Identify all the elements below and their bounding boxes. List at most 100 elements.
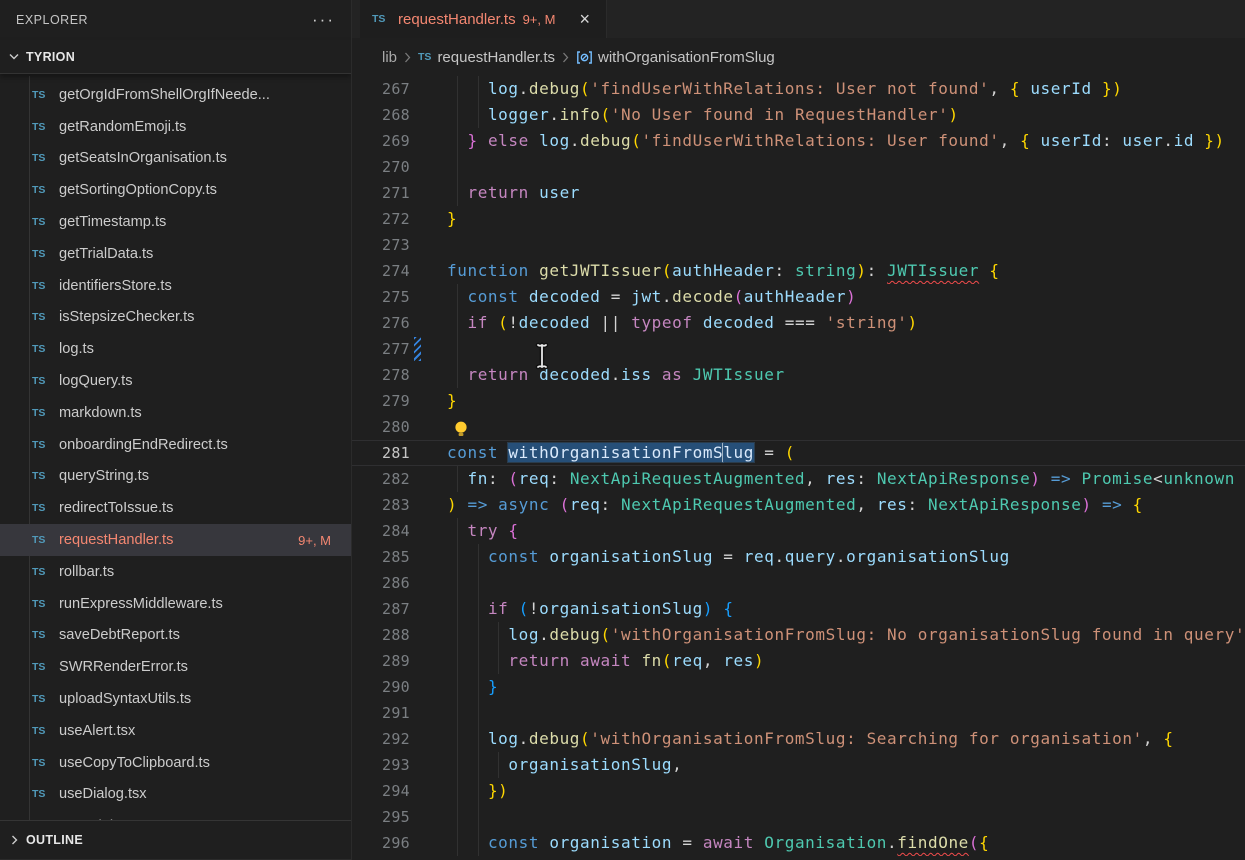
code-line-291[interactable]: 291 xyxy=(352,700,1245,726)
chevron-down-icon xyxy=(6,49,22,65)
code-line-294[interactable]: 294 }) xyxy=(352,778,1245,804)
file-name: getTimestamp.ts xyxy=(59,214,166,230)
code-line-284[interactable]: 284 try { xyxy=(352,518,1245,544)
line-content: const withOrganisationFromSlug = ( xyxy=(410,440,1245,466)
tree-item[interactable]: TS getTimestamp.ts xyxy=(0,206,351,238)
line-number: 285 xyxy=(352,544,410,570)
code-line-292[interactable]: 292 log.debug('withOrganisationFromSlug:… xyxy=(352,726,1245,752)
tree-item[interactable]: TS useCopyToClipboard.ts xyxy=(0,747,351,779)
tree-item[interactable]: TSgetRandomEmoji.ts xyxy=(0,111,351,143)
breadcrumb-symbol[interactable]: withOrganisationFromSlug xyxy=(598,49,775,66)
indent-guide xyxy=(478,700,479,726)
code-line-279[interactable]: 279} xyxy=(352,388,1245,414)
ts-file-icon: TS xyxy=(32,407,52,419)
code-line-295[interactable]: 295 xyxy=(352,804,1245,830)
file-name: log.ts xyxy=(59,341,94,357)
code-line-287[interactable]: 287 if (!organisationSlug) { xyxy=(352,596,1245,622)
indent-guide xyxy=(478,752,479,778)
tree-item[interactable]: TSuseAlert.tsx xyxy=(0,715,351,747)
code-line-268[interactable]: 268 logger.info('No User found in Reques… xyxy=(352,102,1245,128)
line-number: 283 xyxy=(352,492,410,518)
code-line-290[interactable]: 290 } xyxy=(352,674,1245,700)
tree-item[interactable]: TSmarkdown.ts xyxy=(0,397,351,429)
tree-item[interactable]: TSsaveDebtReport.ts xyxy=(0,620,351,652)
breadcrumb-folder[interactable]: lib xyxy=(382,49,397,66)
code-line-274[interactable]: 274function getJWTIssuer(authHeader: str… xyxy=(352,258,1245,284)
ts-file-icon: TS xyxy=(32,598,52,610)
ts-file-icon: TS xyxy=(32,439,52,451)
file-name: runExpressMiddleware.ts xyxy=(59,596,223,612)
file-name: isStepsizeChecker.ts xyxy=(59,309,194,325)
ts-file-icon: TS xyxy=(32,757,52,769)
file-name: SWRRenderError.ts xyxy=(59,659,188,675)
tree-item[interactable]: TSidentifiersStore.ts xyxy=(0,270,351,302)
project-section-header[interactable]: TYRION xyxy=(0,40,351,74)
code-line-267[interactable]: 267 log.debug('findUserWithRelations: Us… xyxy=(352,76,1245,102)
line-number: 278 xyxy=(352,362,410,388)
tree-item[interactable]: TSredirectToIssue.ts xyxy=(0,492,351,524)
code-line-271[interactable]: 271 return user xyxy=(352,180,1245,206)
line-content xyxy=(410,570,1245,596)
tree-item[interactable]: TSuploadSyntaxUtils.ts xyxy=(0,683,351,715)
line-number: 274 xyxy=(352,258,410,284)
outline-section-header[interactable]: OUTLINE xyxy=(0,820,351,860)
ts-file-icon: TS xyxy=(32,216,52,228)
line-content xyxy=(410,232,1245,258)
tab-requesthandler[interactable]: TS requestHandler.ts 9+, M × xyxy=(360,0,607,38)
code-line-285[interactable]: 285 const organisationSlug = req.query.o… xyxy=(352,544,1245,570)
indent-guide xyxy=(457,752,458,778)
ts-file-icon: TS xyxy=(418,51,431,63)
indent-guide xyxy=(457,310,458,336)
code-line-280[interactable]: 280 xyxy=(352,414,1245,440)
tree-item[interactable]: TSlogQuery.ts xyxy=(0,365,351,397)
tree-item[interactable]: TSisStepsizeChecker.ts xyxy=(0,302,351,334)
indent-guide xyxy=(457,154,458,180)
code-line-296[interactable]: 296 const organisation = await Organisat… xyxy=(352,830,1245,856)
tree-item[interactable]: TSgetSeatsInOrganisation.ts xyxy=(0,143,351,175)
code-line-272[interactable]: 272} xyxy=(352,206,1245,232)
code-line-278[interactable]: 278 return decoded.iss as JWTIssuer xyxy=(352,362,1245,388)
code-line-269[interactable]: 269 } else log.debug('findUserWithRelati… xyxy=(352,128,1245,154)
code-line-283[interactable]: 283) => async (req: NextApiRequestAugmen… xyxy=(352,492,1245,518)
tree-item[interactable]: TSonboardingEndRedirect.ts xyxy=(0,429,351,461)
line-number: 269 xyxy=(352,128,410,154)
indent-guide xyxy=(478,596,479,622)
lightbulb-icon[interactable] xyxy=(454,419,468,440)
line-content: } xyxy=(410,388,1245,414)
tree-item[interactable]: TSgetOrgIdFromShellOrgIfNeede... xyxy=(0,79,351,111)
indent-guide xyxy=(478,622,479,648)
code-line-276[interactable]: 276 if (!decoded || typeof decoded === '… xyxy=(352,310,1245,336)
code-line-293[interactable]: 293 organisationSlug, xyxy=(352,752,1245,778)
indent-guide xyxy=(478,544,479,570)
file-name: useCopyToClipboard.ts xyxy=(59,755,210,771)
code-line-289[interactable]: 289 return await fn(req, res) xyxy=(352,648,1245,674)
tree-item[interactable]: TSgetTrialData.ts xyxy=(0,238,351,270)
code-line-281[interactable]: 281const withOrganisationFromSlug = ( xyxy=(352,440,1245,466)
code-line-282[interactable]: 282 fn: (req: NextApiRequestAugmented, r… xyxy=(352,466,1245,492)
code-line-288[interactable]: 288 log.debug('withOrganisationFromSlug:… xyxy=(352,622,1245,648)
project-name: TYRION xyxy=(26,50,75,64)
code-line-286[interactable]: 286 xyxy=(352,570,1245,596)
code-line-270[interactable]: 270 xyxy=(352,154,1245,180)
code-line-275[interactable]: 275 const decoded = jwt.decode(authHeade… xyxy=(352,284,1245,310)
close-icon[interactable]: × xyxy=(577,11,592,27)
more-actions-icon[interactable]: ··· xyxy=(312,15,335,25)
code-editor[interactable]: 267 log.debug('findUserWithRelations: Us… xyxy=(352,76,1245,860)
file-name: getRandomEmoji.ts xyxy=(59,119,186,135)
tree-item[interactable]: TSSWRRenderError.ts xyxy=(0,651,351,683)
code-line-277[interactable]: 277 xyxy=(352,336,1245,362)
tree-item[interactable]: TSqueryString.ts xyxy=(0,461,351,493)
breadcrumb-file[interactable]: requestHandler.ts xyxy=(437,49,555,66)
file-name: identifiersStore.ts xyxy=(59,278,172,294)
tree-item[interactable]: TSrollbar.ts xyxy=(0,556,351,588)
code-line-273[interactable]: 273 xyxy=(352,232,1245,258)
indent-guide xyxy=(457,180,458,206)
tree-item[interactable]: TSlog.ts xyxy=(0,333,351,365)
outline-label: OUTLINE xyxy=(26,833,83,847)
tree-item[interactable]: TSrequestHandler.ts9+, M xyxy=(0,524,351,556)
tree-item[interactable]: TSgetSortingOptionCopy.ts xyxy=(0,174,351,206)
ts-file-icon: TS xyxy=(32,375,52,387)
tree-item[interactable]: TSuseDialog.tsx xyxy=(0,779,351,811)
tree-item[interactable]: TS runExpressMiddleware.ts xyxy=(0,588,351,620)
indent-guide xyxy=(457,76,458,102)
